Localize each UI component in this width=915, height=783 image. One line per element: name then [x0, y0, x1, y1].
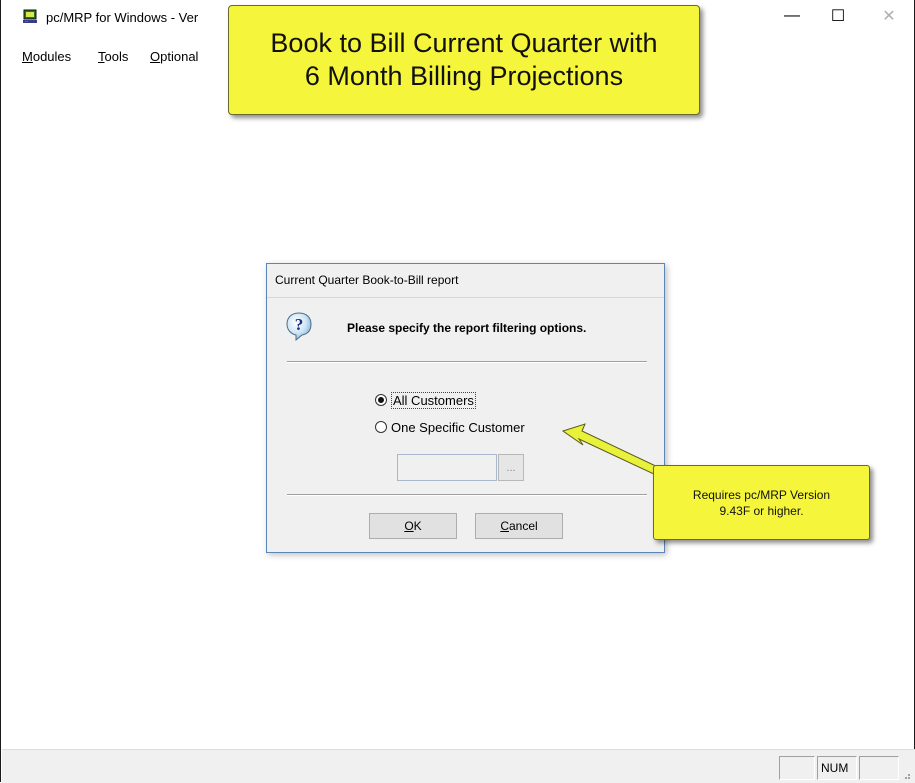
window-title: pc/MRP for Windows - Ver	[46, 10, 199, 25]
cancel-button[interactable]: Cancel	[475, 513, 563, 539]
title-callout: Book to Bill Current Quarter with 6 Mont…	[228, 5, 700, 115]
app-icon	[23, 9, 37, 23]
title-callout-line2: 6 Month Billing Projections	[304, 61, 624, 91]
status-pane-scroll	[859, 756, 899, 780]
status-pane-caps	[779, 756, 815, 780]
maximize-icon: ☐	[830, 8, 846, 25]
ok-label: K	[413, 519, 422, 533]
menu-modules-accel: M	[22, 49, 33, 64]
minimize-button[interactable]: —	[769, 0, 815, 32]
resize-grip-icon[interactable]	[901, 770, 911, 780]
cancel-label: ancel	[508, 519, 538, 533]
browse-customer-button[interactable]: ...	[498, 454, 524, 481]
menu-optional-accel: O	[150, 49, 161, 64]
radio-one-customer-label: One Specific Customer	[391, 419, 525, 435]
status-bar: NUM	[2, 749, 915, 783]
dialog-title-bar[interactable]: Current Quarter Book-to-Bill report	[267, 264, 664, 298]
svg-text:?: ?	[295, 315, 304, 334]
menu-tools[interactable]: Tools	[98, 49, 128, 64]
close-button[interactable]: ✕	[866, 0, 912, 32]
version-note-line2: 9.43F or higher.	[719, 503, 804, 518]
radio-unselected-icon	[375, 421, 387, 433]
dialog-title: Current Quarter Book-to-Bill report	[275, 273, 459, 287]
dialog-prompt: Please specify the report filtering opti…	[347, 321, 587, 335]
minimize-icon: —	[784, 7, 800, 24]
close-icon: ✕	[882, 8, 896, 25]
ok-accel: O	[404, 519, 414, 533]
status-pane-num: NUM	[817, 756, 857, 780]
menu-modules-label: odules	[32, 49, 72, 64]
menu-modules[interactable]: Modules	[22, 49, 71, 64]
radio-one-customer[interactable]: One Specific Customer	[375, 418, 525, 436]
maximize-button[interactable]: ☐	[815, 0, 861, 32]
radio-all-customers-label: All Customers	[391, 391, 476, 409]
top-separator	[287, 361, 647, 363]
radio-all-customers[interactable]: All Customers	[375, 391, 476, 409]
version-note-line1: Requires pc/MRP Version	[692, 487, 831, 502]
menu-optional[interactable]: Optional	[150, 49, 198, 64]
menu-tools-label: ools	[104, 49, 129, 64]
customer-input[interactable]	[397, 454, 497, 481]
menu-optional-label: ptional	[160, 49, 199, 64]
book-to-bill-dialog: Current Quarter Book-to-Bill report ? Pl…	[266, 263, 665, 553]
title-callout-text: Book to Bill Current Quarter with 6 Mont…	[270, 27, 657, 93]
cancel-accel: C	[500, 519, 509, 533]
ok-button[interactable]: OK	[369, 513, 457, 539]
version-note-callout: Requires pc/MRP Version 9.43F or higher.	[653, 465, 870, 540]
title-callout-line1: Book to Bill Current Quarter with	[270, 28, 658, 58]
bottom-separator	[287, 494, 647, 496]
question-icon: ?	[286, 312, 312, 341]
radio-selected-icon	[375, 394, 387, 406]
